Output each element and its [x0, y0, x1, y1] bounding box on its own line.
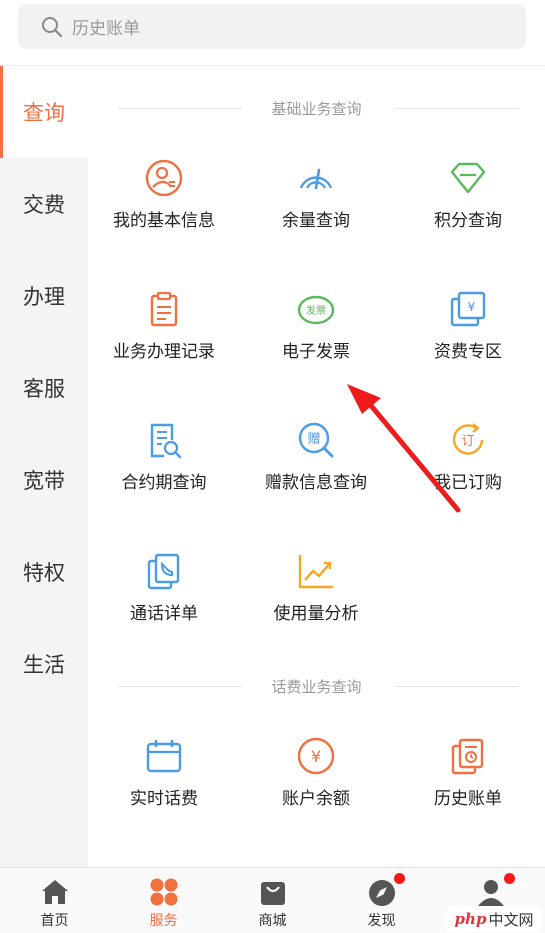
divider: [395, 686, 519, 687]
sidebar-item-label: 特权: [23, 561, 65, 585]
search-placeholder: 历史账单: [72, 19, 140, 39]
sidebar-item-broadband[interactable]: 宽带: [0, 434, 88, 526]
tile-points-query[interactable]: 积分查询: [392, 158, 544, 258]
tile-label: 余量查询: [282, 211, 350, 231]
call-detail-icon: [147, 553, 180, 590]
diamond-icon: [450, 162, 486, 194]
tile-grant-query[interactable]: 赠 赠款信息查询: [240, 420, 392, 520]
sidebar-item-service[interactable]: 客服: [0, 342, 88, 434]
gift-search-icon: 赠: [298, 422, 334, 458]
sidebar-item-label: 办理: [23, 285, 65, 309]
tab-shop[interactable]: 商城: [218, 868, 327, 933]
service-icon: [150, 878, 177, 906]
discover-icon: [368, 880, 395, 906]
svg-text:订: 订: [461, 434, 474, 449]
watermark: php 中文网: [446, 906, 542, 932]
tile-label: 我已订购: [434, 473, 502, 493]
tab-label: 商城: [258, 913, 287, 929]
sidebar-item-query[interactable]: 查询: [0, 66, 88, 158]
search-input[interactable]: 历史账单: [18, 4, 526, 49]
tile-account-balance[interactable]: ¥ 账户余额: [240, 736, 392, 836]
tile-label: 通话详单: [130, 604, 198, 624]
tile-subscribed[interactable]: 订 我已订购: [392, 420, 544, 520]
service-content: 基础业务查询 我的基本信息 余量查询 积分查询 业务办理记录 发票 电子发票 ¥…: [88, 66, 545, 867]
sidebar-item-handle[interactable]: 办理: [0, 250, 88, 342]
search-area: 历史账单: [0, 0, 545, 66]
tile-call-detail[interactable]: 通话详单: [88, 551, 240, 651]
tab-label: 首页: [40, 913, 69, 929]
tile-e-invoice[interactable]: 发票 电子发票: [240, 289, 392, 389]
section-title: 基础业务查询: [88, 97, 545, 119]
sidebar-item-label: 客服: [23, 377, 65, 401]
tile-label: 积分查询: [434, 211, 502, 231]
gauge-icon: [299, 168, 333, 190]
tile-label: 资费专区: [434, 342, 502, 362]
tile-label: 合约期查询: [121, 473, 207, 493]
section-title-text: 话费业务查询: [261, 675, 372, 697]
profile-icon: [477, 880, 504, 906]
divider: [118, 108, 242, 109]
tab-label: 发现: [367, 913, 396, 929]
contract-search-icon: [150, 423, 182, 459]
tile-label: 我的基本信息: [113, 211, 215, 231]
sidebar-item-label: 宽带: [23, 469, 65, 493]
tile-business-record[interactable]: 业务办理记录: [88, 289, 240, 389]
tariff-icon: ¥: [450, 291, 486, 327]
subscribed-icon: 订: [452, 423, 484, 455]
sidebar-item-life[interactable]: 生活: [0, 618, 88, 710]
tile-realtime-fee[interactable]: 实时话费: [88, 736, 240, 836]
sidebar-item-payment[interactable]: 交费: [0, 158, 88, 250]
category-sidebar: 查询 交费 办理 客服 宽带 特权 生活: [0, 66, 88, 867]
invoice-icon: 发票: [297, 295, 335, 325]
tab-home[interactable]: 首页: [0, 868, 109, 933]
tab-service[interactable]: 服务: [109, 868, 218, 933]
divider: [395, 108, 519, 109]
divider: [118, 686, 242, 687]
svg-text:¥: ¥: [311, 747, 321, 766]
watermark-logo: php: [454, 910, 487, 928]
tile-label: 电子发票: [282, 342, 350, 362]
notification-badge: [394, 873, 405, 884]
tab-discover[interactable]: 发现: [327, 868, 436, 933]
sidebar-item-label: 交费: [23, 193, 65, 217]
shop-icon: [260, 882, 285, 905]
clipboard-icon: [150, 291, 178, 327]
tile-label: 使用量分析: [273, 604, 359, 624]
tile-basic-info[interactable]: 我的基本信息: [88, 158, 240, 258]
tile-usage-analysis[interactable]: 使用量分析: [240, 551, 392, 651]
notification-badge: [504, 873, 515, 884]
calendar-icon: [146, 740, 182, 773]
tile-contract-query[interactable]: 合约期查询: [88, 420, 240, 520]
tile-history-bill[interactable]: 历史账单: [392, 736, 544, 836]
history-bill-icon: [451, 738, 484, 775]
sidebar-item-privilege[interactable]: 特权: [0, 526, 88, 618]
tile-label: 账户余额: [282, 789, 350, 809]
tile-label: 历史账单: [434, 789, 502, 809]
section-title-text: 基础业务查询: [261, 97, 372, 119]
sidebar-item-label: 生活: [23, 653, 65, 677]
yuan-circle-icon: ¥: [297, 737, 335, 775]
section-title: 话费业务查询: [88, 675, 545, 697]
tile-balance-query[interactable]: 余量查询: [240, 158, 392, 258]
usage-chart-icon: [298, 555, 333, 589]
tile-label: 赠款信息查询: [265, 473, 367, 493]
watermark-text: 中文网: [488, 910, 534, 929]
svg-text:赠: 赠: [307, 432, 320, 447]
sidebar-item-label: 查询: [23, 101, 65, 125]
svg-text:发票: 发票: [306, 304, 326, 317]
tile-label: 实时话费: [130, 789, 198, 809]
user-info-icon: [145, 159, 183, 197]
svg-text:¥: ¥: [468, 300, 476, 314]
tab-label: 服务: [149, 913, 178, 929]
home-icon: [41, 880, 68, 904]
tile-tariff-zone[interactable]: ¥ 资费专区: [392, 289, 544, 389]
search-icon: [42, 16, 63, 37]
tile-label: 业务办理记录: [113, 342, 215, 362]
